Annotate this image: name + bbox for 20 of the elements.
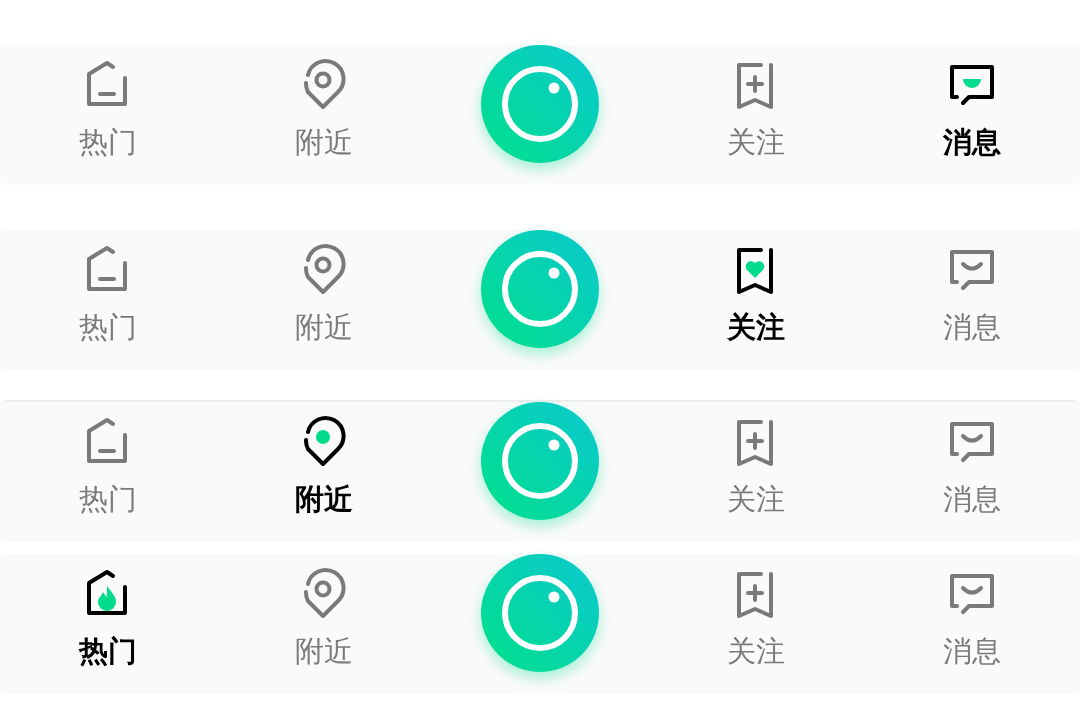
tab[interactable]: 关注 [721,554,791,673]
tab[interactable]: 关注 [721,402,791,521]
tab[interactable]: 附近 [289,45,359,164]
tab[interactable]: 热门 [73,45,143,164]
tab[interactable]: 热门 [73,402,143,521]
tab[interactable]: 热门 [73,554,143,673]
tab[interactable]: 消息 [937,554,1007,673]
tab[interactable]: 关注 [721,230,791,349]
tab[interactable]: 消息 [937,45,1007,164]
camera-button[interactable] [481,402,599,520]
tab[interactable]: 附近 [289,402,359,521]
camera-button[interactable] [481,45,599,163]
tab[interactable]: 关注 [721,45,791,164]
tab[interactable]: 消息 [937,230,1007,349]
tab[interactable]: 热门 [73,230,143,349]
camera-button[interactable] [481,230,599,348]
tab[interactable]: 消息 [937,402,1007,521]
tab[interactable]: 附近 [289,230,359,349]
camera-button[interactable] [481,554,599,672]
tab[interactable]: 附近 [289,554,359,673]
